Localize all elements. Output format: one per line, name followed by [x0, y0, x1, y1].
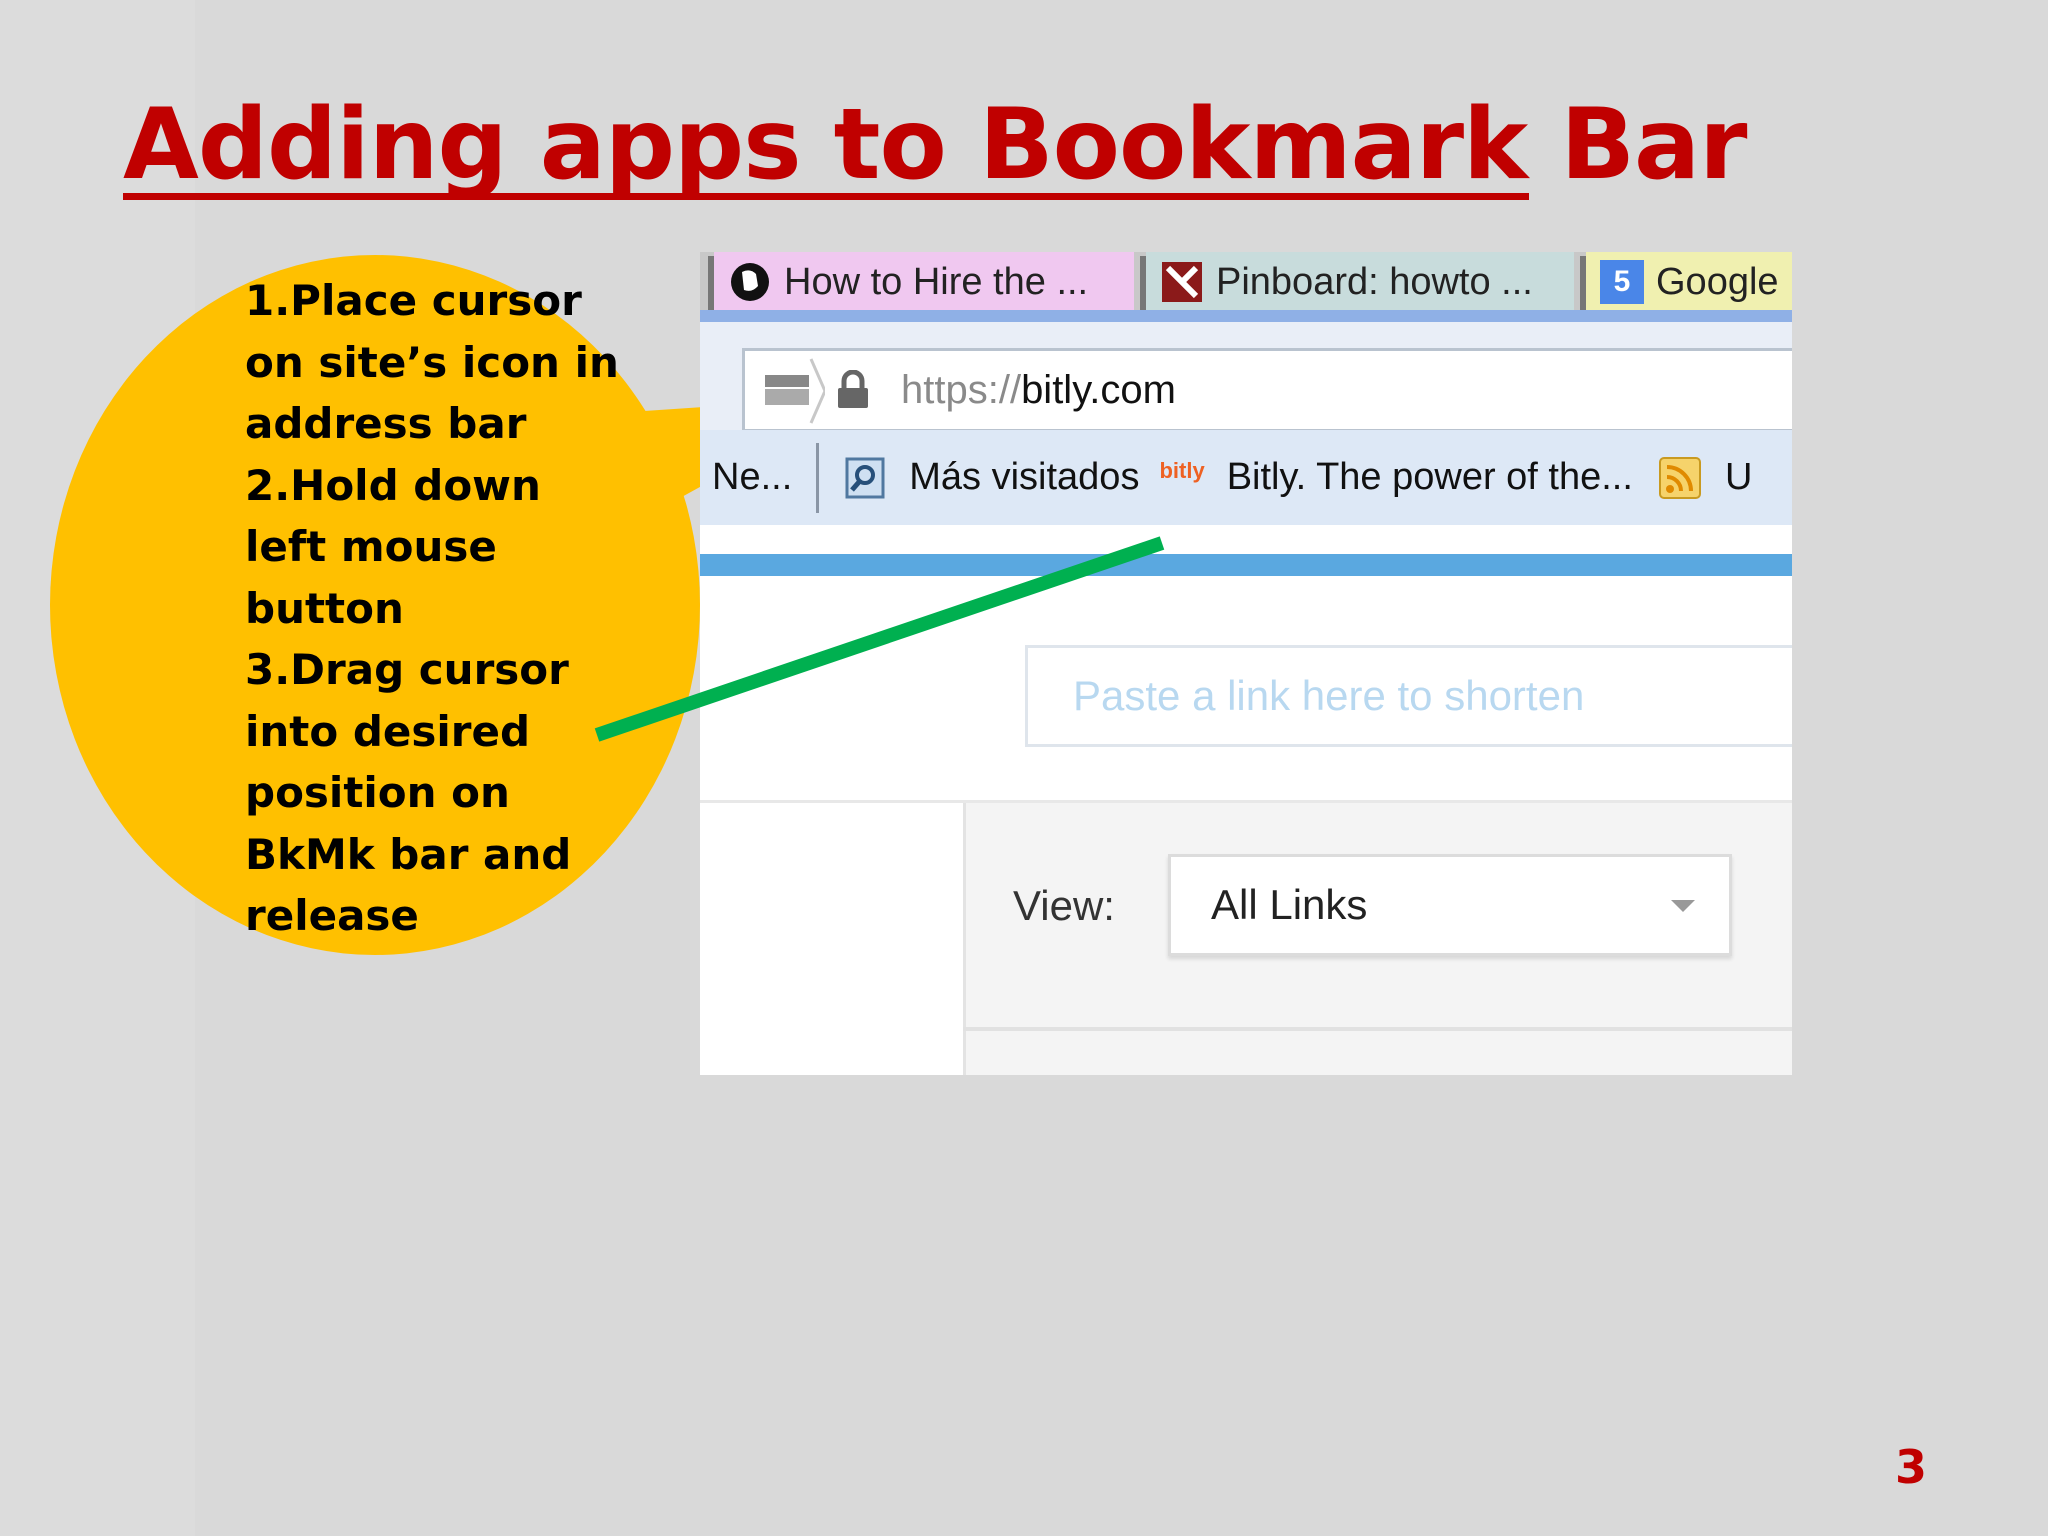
bookmark-label: Más visitados [909, 456, 1140, 498]
url-host: bitly.com [1021, 367, 1176, 412]
callout-instructions: 1.Place cursor on site’s icon in address… [245, 270, 619, 947]
magnifier-folder-icon [843, 455, 889, 501]
chevron-down-icon [1671, 900, 1695, 912]
view-select[interactable]: All Links [1168, 854, 1732, 956]
callout-line: on site’s icon in [245, 337, 619, 387]
callout-line: address bar [245, 399, 527, 448]
url-scheme: https:// [901, 367, 1022, 412]
bookmark-bitly[interactable]: bitly Bitly. The power of the... [1159, 456, 1632, 499]
tab-label: Google [1656, 260, 1779, 303]
callout-line: release [245, 891, 419, 940]
callout-line: position on [245, 768, 510, 817]
calendar-5-icon: 5 [1600, 260, 1644, 304]
tab-how-to-hire[interactable]: How to Hire the ... [714, 252, 1134, 312]
tab-google[interactable]: 5 Google [1586, 252, 1792, 312]
bookmark-truncated[interactable]: Ne... [712, 456, 792, 499]
tab-strip-underline [700, 310, 1792, 322]
callout-line: 1.Place cursor [245, 276, 582, 325]
bookmarks-bar: Ne... Más visitados bitly Bitly. The pow… [700, 430, 1792, 525]
address-bar[interactable]: https://bitly.com [742, 348, 1792, 432]
bookmark-label: Bitly. The power of the... [1226, 456, 1633, 498]
browser-screenshot: How to Hire the ... Pinboard: howto ... … [700, 252, 1792, 1075]
tab-label: Pinboard: howto ... [1216, 260, 1533, 303]
view-select-value: All Links [1211, 881, 1368, 928]
bookmark-label: U [1724, 456, 1753, 498]
panel-bottom-border [963, 1027, 1792, 1031]
callout-line: BkMk bar and [245, 829, 572, 879]
shorten-link-input[interactable]: Paste a link here to shorten [1025, 645, 1792, 747]
callout-line: left mouse [245, 522, 497, 571]
callout-line: into desired [245, 706, 531, 756]
view-label: View: [1013, 882, 1115, 929]
pin-icon [1160, 260, 1204, 304]
shorten-placeholder: Paste a link here to shorten [1073, 672, 1585, 719]
panel-left-border [963, 803, 966, 1075]
navigation-bar: https://bitly.com [700, 322, 1792, 437]
bookmarks-separator [816, 442, 820, 513]
callout-line: 3.Drag cursor [245, 645, 569, 694]
bookmarks-bar-bottom-border [700, 554, 1792, 576]
tab-pinboard[interactable]: Pinboard: howto ... [1146, 252, 1574, 312]
circle-logo-icon [728, 260, 772, 304]
page-number: 3 [1895, 1440, 1928, 1494]
bookmark-rss[interactable]: U [1657, 455, 1752, 501]
bookmark-mas-visitados[interactable]: Más visitados [843, 455, 1139, 501]
callout-line: 2.Hold down [245, 460, 541, 510]
rss-icon [1657, 455, 1703, 501]
bitly-icon: bitly [1159, 457, 1205, 483]
lock-icon[interactable] [835, 369, 871, 410]
site-identity-icon[interactable] [745, 351, 827, 429]
callout-line: button [245, 583, 404, 633]
tab-label: How to Hire the ... [784, 260, 1089, 303]
url-text[interactable]: https://bitly.com [901, 368, 1176, 413]
